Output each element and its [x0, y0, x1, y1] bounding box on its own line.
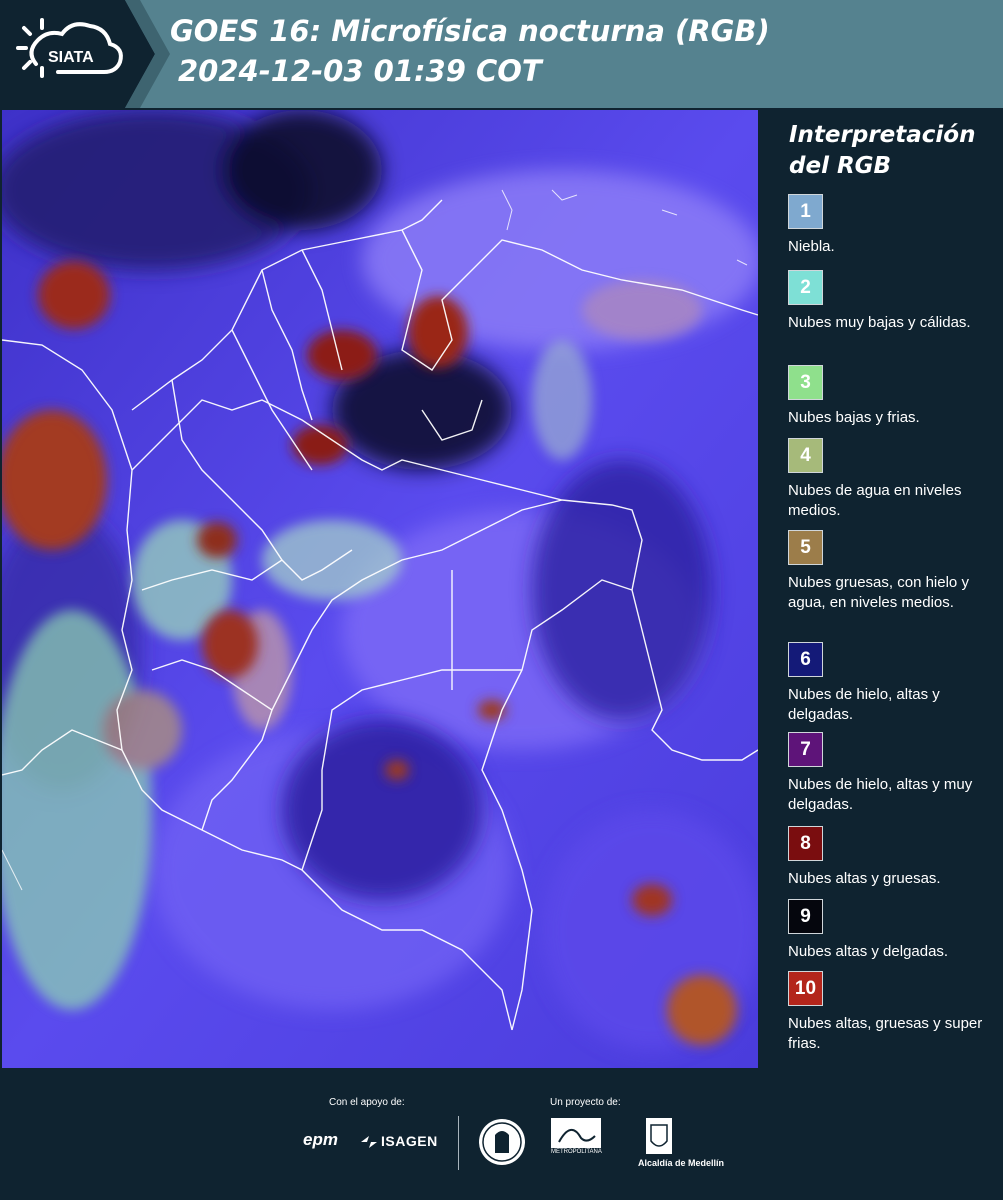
legend-label: Nubes bajas y frias. [788, 409, 920, 426]
isagen-logo: ISAGEN [381, 1133, 438, 1149]
legend-label: Nubes altas y delgadas. [788, 943, 949, 960]
legend-number: 8 [800, 832, 811, 854]
legend-swatch-5: 5 [788, 530, 823, 565]
legend-item-8: 8 Nubes altas y gruesas. [788, 826, 998, 889]
legend-number: 1 [800, 200, 811, 222]
legend-item-7: 7 Nubes de hielo, altas y muy delgadas. [788, 732, 998, 815]
title-line-2: 2024-12-03 01:39 COT [178, 54, 542, 88]
legend-swatch-10: 10 [788, 971, 823, 1006]
legend-item-5: 5 Nubes gruesas, con hielo y agua, en ni… [788, 530, 998, 613]
legend-label: Nubes de agua en niveles medios. [788, 482, 962, 519]
legend-swatch-2: 2 [788, 270, 823, 305]
medellin-coat-of-arms-icon [646, 1118, 672, 1154]
legend-number: 2 [800, 276, 811, 298]
university-seal-icon [479, 1119, 525, 1165]
legend-number: 10 [794, 977, 817, 999]
legend-item-1: 1 Niebla. [788, 194, 998, 257]
legend-label: Nubes altas, gruesas y super frias. [788, 1015, 983, 1052]
legend-swatch-6: 6 [788, 642, 823, 677]
legend-swatch-9: 9 [788, 899, 823, 934]
legend-label: Nubes de hielo, altas y delgadas. [788, 686, 940, 723]
legend-swatch-7: 7 [788, 732, 823, 767]
legend-label: Nubes muy bajas y cálidas. [788, 314, 971, 331]
legend-label: Niebla. [788, 238, 835, 255]
legend-item-2: 2 Nubes muy bajas y cálidas. [788, 270, 998, 333]
legend-panel: Interpretación del RGB 1 Niebla. 2 Nubes… [762, 110, 1003, 1070]
epm-logo: epm [303, 1130, 338, 1149]
legend-swatch-3: 3 [788, 365, 823, 400]
legend-item-4: 4 Nubes de agua en niveles medios. [788, 438, 998, 521]
alcaldia-medellin-label: Alcaldía de Medellín [638, 1158, 725, 1168]
siata-logo-text: SIATA [48, 49, 94, 66]
legend-number: 7 [800, 738, 811, 760]
project-caption: Un proyecto de: [550, 1097, 621, 1108]
support-caption: Con el apoyo de: [329, 1097, 405, 1108]
legend-label: Nubes altas y gruesas. [788, 870, 941, 887]
legend-item-9: 9 Nubes altas y delgadas. [788, 899, 998, 962]
area-metropolitana-label: METROPOLITANA [551, 1149, 602, 1155]
legend-swatch-1: 1 [788, 194, 823, 229]
legend-number: 9 [800, 905, 811, 927]
footer-divider [458, 1116, 459, 1170]
isagen-icon [361, 1136, 377, 1148]
title-line-1: GOES 16: Microfísica nocturna (RGB) [170, 14, 770, 48]
legend-swatch-8: 8 [788, 826, 823, 861]
header: SIATA GOES 16: Microfísica nocturna (RGB… [0, 0, 1003, 108]
legend-number: 5 [800, 536, 811, 558]
legend-number: 4 [800, 444, 811, 466]
siata-logo: SIATA [16, 18, 123, 78]
satellite-map [2, 110, 758, 1068]
legend-swatch-4: 4 [788, 438, 823, 473]
footer: Con el apoyo de: Un proyecto de: epm ISA… [0, 1070, 1003, 1200]
legend-item-3: 3 Nubes bajas y frias. [788, 365, 998, 428]
legend-label: Nubes de hielo, altas y muy delgadas. [788, 776, 973, 813]
legend-item-6: 6 Nubes de hielo, altas y delgadas. [788, 642, 998, 725]
area-metropolitana-logo-icon [551, 1118, 601, 1148]
legend-item-10: 10 Nubes altas, gruesas y super frias. [788, 971, 998, 1054]
legend-number: 3 [800, 371, 811, 393]
legend-number: 6 [800, 648, 811, 670]
legend-title: Interpretación del RGB [789, 122, 976, 179]
legend-label: Nubes gruesas, con hielo y agua, en nive… [788, 574, 969, 611]
